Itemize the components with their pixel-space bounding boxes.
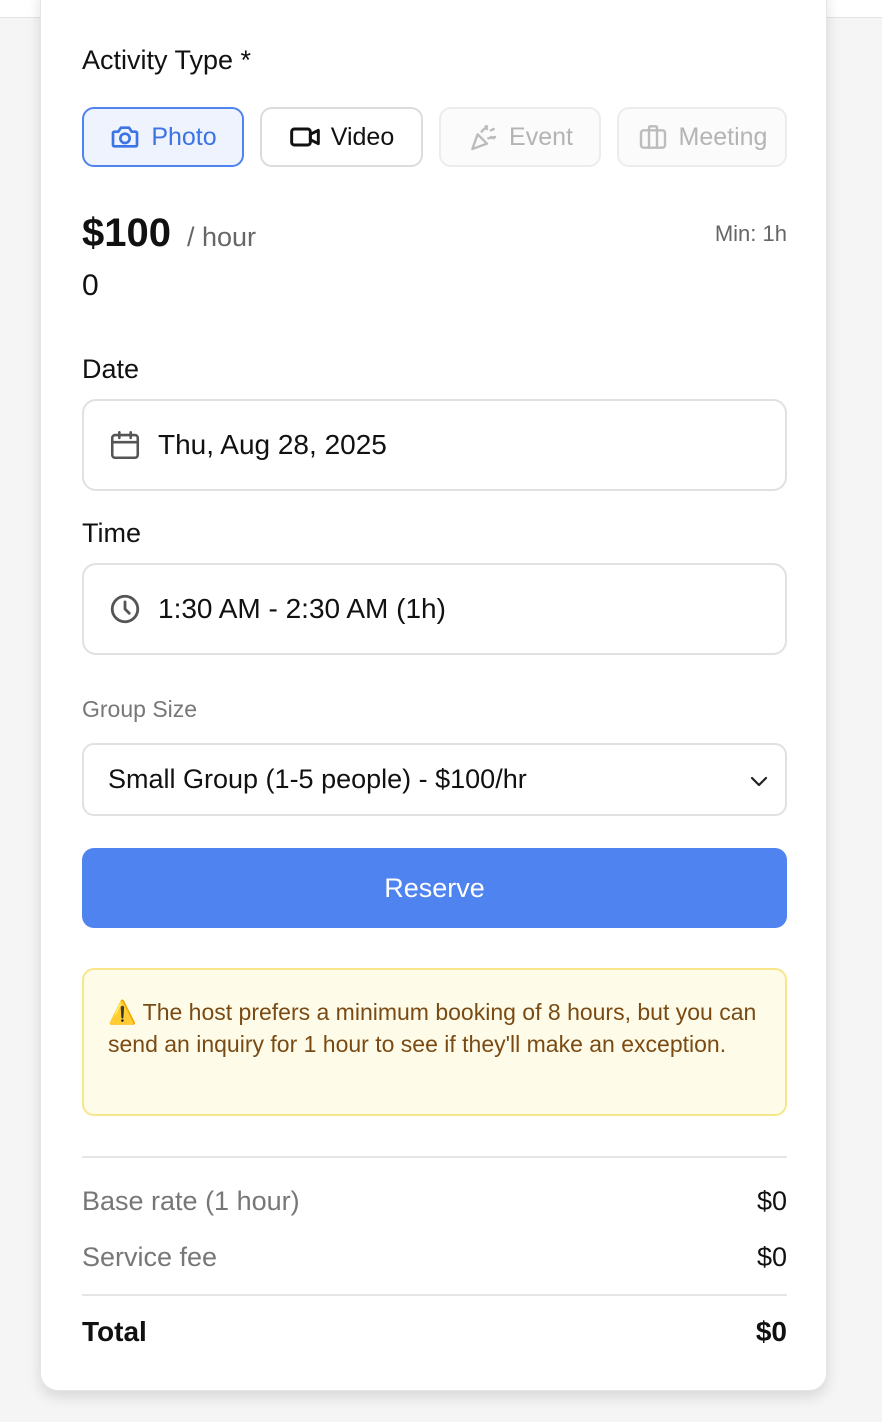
minimum-booking-notice: ⚠️ The host prefers a minimum booking of …: [82, 968, 787, 1116]
total-value: $0: [755, 1316, 787, 1347]
divider: [82, 1294, 787, 1296]
time-picker[interactable]: 1:30 AM - 2:30 AM (1h): [82, 563, 787, 655]
activity-option-photo[interactable]: Photo: [82, 107, 244, 167]
date-value: Thu, Aug 28, 2025: [158, 429, 387, 460]
activity-option-label: Event: [509, 122, 573, 151]
activity-option-label: Photo: [151, 122, 217, 151]
chevron-down-icon: [750, 776, 768, 787]
briefcase-icon: [639, 125, 666, 149]
service-fee-label: Service fee: [82, 1242, 218, 1272]
base-rate-value: $0: [756, 1186, 787, 1216]
base-rate-row: Base rate (1 hour) $0: [82, 1186, 787, 1217]
time-value: 1:30 AM - 2:30 AM (1h): [158, 593, 446, 624]
service-fee-value: $0: [756, 1242, 787, 1272]
activity-option-event[interactable]: Event: [439, 107, 601, 167]
party-popper-icon: [471, 125, 497, 151]
reserve-button[interactable]: Reserve: [82, 848, 787, 928]
notice-text: The host prefers a minimum booking of 8 …: [108, 999, 757, 1057]
time-label: Time: [82, 518, 141, 548]
activity-option-video[interactable]: Video: [260, 107, 423, 167]
base-rate-label: Base rate (1 hour): [82, 1186, 300, 1216]
service-fee-row: Service fee $0: [82, 1242, 787, 1273]
video-icon: [289, 127, 320, 147]
activity-type-options: Photo Video Event Meeting: [82, 107, 787, 167]
activity-type-label: Activity Type *: [82, 45, 252, 75]
total-row: Total $0: [82, 1316, 787, 1348]
price-amount: $100: [82, 211, 171, 255]
total-label: Total: [82, 1316, 147, 1347]
date-label: Date: [82, 354, 140, 384]
camera-icon: [111, 126, 139, 148]
activity-option-meeting[interactable]: Meeting: [617, 107, 787, 167]
divider: [82, 1156, 787, 1158]
activity-option-label: Video: [330, 122, 395, 151]
price-extra-value: 0: [82, 269, 99, 302]
activity-option-label: Meeting: [678, 122, 768, 151]
price-unit: / hour: [186, 222, 257, 252]
booking-card: Activity Type * Photo Video Event Meetin…: [40, 0, 827, 1391]
minimum-hours: Min: 1h: [714, 221, 787, 246]
date-picker[interactable]: Thu, Aug 28, 2025: [82, 399, 787, 491]
group-size-label: Group Size: [82, 696, 198, 722]
group-size-select[interactable]: Small Group (1-5 people) - $100/hr: [82, 743, 787, 816]
calendar-icon: [110, 430, 140, 460]
group-size-value: Small Group (1-5 people) - $100/hr: [108, 764, 527, 794]
price-display: $100 / hour: [82, 211, 256, 256]
clock-icon: [110, 594, 140, 624]
warning-icon: ⚠️: [108, 999, 137, 1025]
